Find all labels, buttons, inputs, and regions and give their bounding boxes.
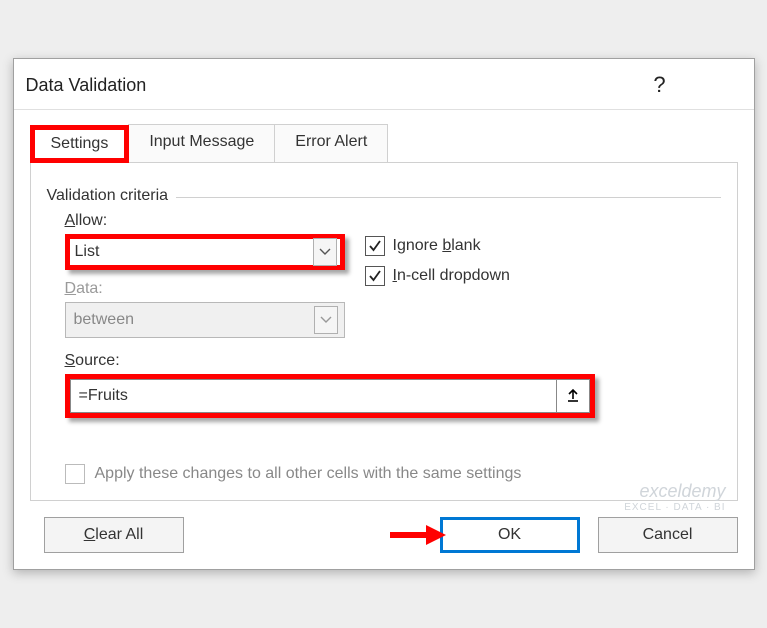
question-icon: ? [653,72,665,98]
allow-dropdown[interactable]: List [65,234,345,270]
cancel-button[interactable]: Cancel [598,517,738,553]
data-label: Data: [65,280,345,298]
titlebar-controls: ? [634,67,748,103]
ignore-blank-checkbox[interactable]: Ignore blank [365,236,510,256]
range-picker-button[interactable] [556,379,590,413]
allow-value: List [75,243,313,261]
source-input[interactable] [70,379,556,413]
source-label: Source: [65,352,721,370]
titlebar: Data Validation ? [14,59,754,110]
criteria-body: Allow: List Data: between [47,212,721,418]
incell-dropdown-label: In-cell dropdown [393,267,510,285]
data-dropdown: between [65,302,345,338]
help-button[interactable]: ? [634,67,686,103]
checkbox-unchecked-icon [65,464,85,484]
close-button[interactable] [696,67,748,103]
tabstrip: Settings Input Message Error Alert [14,110,754,162]
dialog-title: Data Validation [26,75,147,96]
collapse-dialog-icon [565,387,581,406]
checkbox-checked-icon [365,236,385,256]
checkbox-checked-icon [365,266,385,286]
annotation-arrow-icon [390,523,448,552]
ignore-blank-label: Ignore blank [393,237,481,255]
apply-changes-checkbox: Apply these changes to all other cells w… [47,464,721,484]
data-value: between [74,311,314,329]
dialog-buttons: Clear All OK Cancel [14,517,754,569]
tab-input-message[interactable]: Input Message [128,124,275,162]
incell-dropdown-checkbox[interactable]: In-cell dropdown [365,266,510,286]
clear-all-button[interactable]: Clear All [44,517,184,553]
allow-label: Allow: [65,212,345,230]
ok-button[interactable]: OK [440,517,580,553]
tab-settings[interactable]: Settings [30,125,130,163]
chevron-down-icon [314,306,338,334]
tab-content-settings: Validation criteria Allow: List Data: be… [30,162,738,501]
apply-changes-label: Apply these changes to all other cells w… [95,465,522,483]
chevron-down-icon [313,238,337,266]
validation-criteria-legend: Validation criteria [47,177,721,198]
tab-error-alert[interactable]: Error Alert [274,124,388,162]
source-input-wrapper [65,374,595,418]
data-validation-dialog: Data Validation ? Settings Input Message… [13,58,755,570]
